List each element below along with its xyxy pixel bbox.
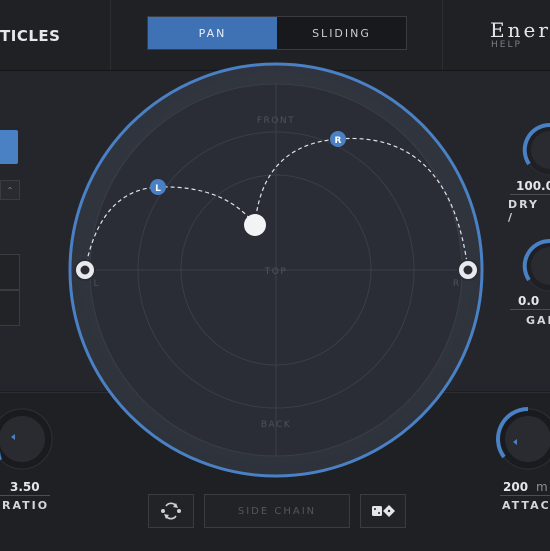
top-label: TOP [264, 267, 288, 277]
left-node-label: L [155, 184, 161, 194]
right-end-handle-dot [463, 265, 473, 275]
left-label: L [93, 279, 98, 289]
right-node-label: R [335, 136, 342, 146]
surround-panner[interactable]: FRONT TOP BACK L R L R [0, 0, 550, 550]
center-handle[interactable] [244, 214, 266, 236]
right-label: R [453, 279, 459, 289]
left-end-handle-dot [80, 265, 90, 275]
front-label: FRONT [257, 116, 295, 126]
back-label: BACK [261, 420, 291, 430]
